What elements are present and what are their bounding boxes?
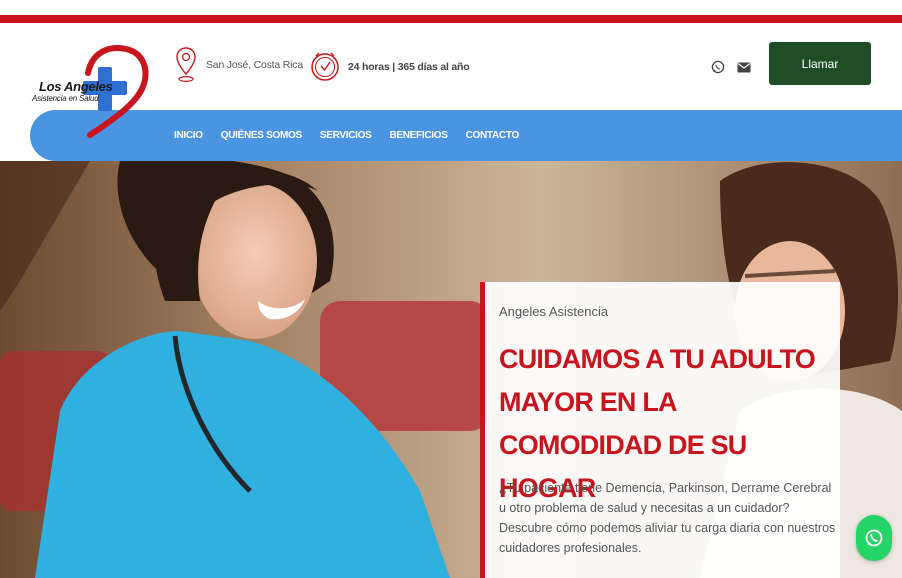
header-hours: 24 horas | 365 días al año <box>310 46 470 88</box>
top-accent-bar <box>0 15 902 23</box>
call-button[interactable]: Llamar <box>769 42 871 85</box>
main-nav: INICIO QUIÉNES SOMOS SERVICIOS BENEFICIO… <box>30 110 902 161</box>
clock-icon <box>311 52 339 81</box>
nav-item-servicios[interactable]: SERVICIOS <box>320 130 372 141</box>
location-text: San José, Costa Rica <box>206 59 303 71</box>
nav-item-contacto[interactable]: CONTACTO <box>466 130 520 141</box>
map-pin-icon <box>176 47 196 83</box>
nav-item-inicio[interactable]: INICIO <box>174 130 203 141</box>
header-location: San José, Costa Rica <box>176 46 303 84</box>
social-links <box>710 59 762 75</box>
logo-tagline: Asistencia en Salud <box>32 94 99 103</box>
hero-eyebrow: Angeles Asistencia <box>499 304 609 319</box>
envelope-icon[interactable] <box>736 59 752 75</box>
logo-name: Los Angeles <box>39 79 113 94</box>
nav-item-beneficios[interactable]: BENEFICIOS <box>389 130 447 141</box>
site-logo[interactable]: Los Angeles Asistencia en Salud <box>30 23 155 141</box>
whatsapp-icon[interactable] <box>710 59 726 75</box>
nav-item-quienes-somos[interactable]: QUIÉNES SOMOS <box>221 130 302 141</box>
hero-section: Angeles Asistencia CUIDAMOS A TU ADULTO … <box>0 161 902 578</box>
hero-card: Angeles Asistencia CUIDAMOS A TU ADULTO … <box>480 282 840 578</box>
hero-description: ¿Tu paciente tiene Demencia, Parkinson, … <box>499 481 836 555</box>
hours-text: 24 horas | 365 días al año <box>348 61 470 73</box>
whatsapp-float-button[interactable] <box>856 515 892 561</box>
whatsapp-icon <box>865 529 883 547</box>
